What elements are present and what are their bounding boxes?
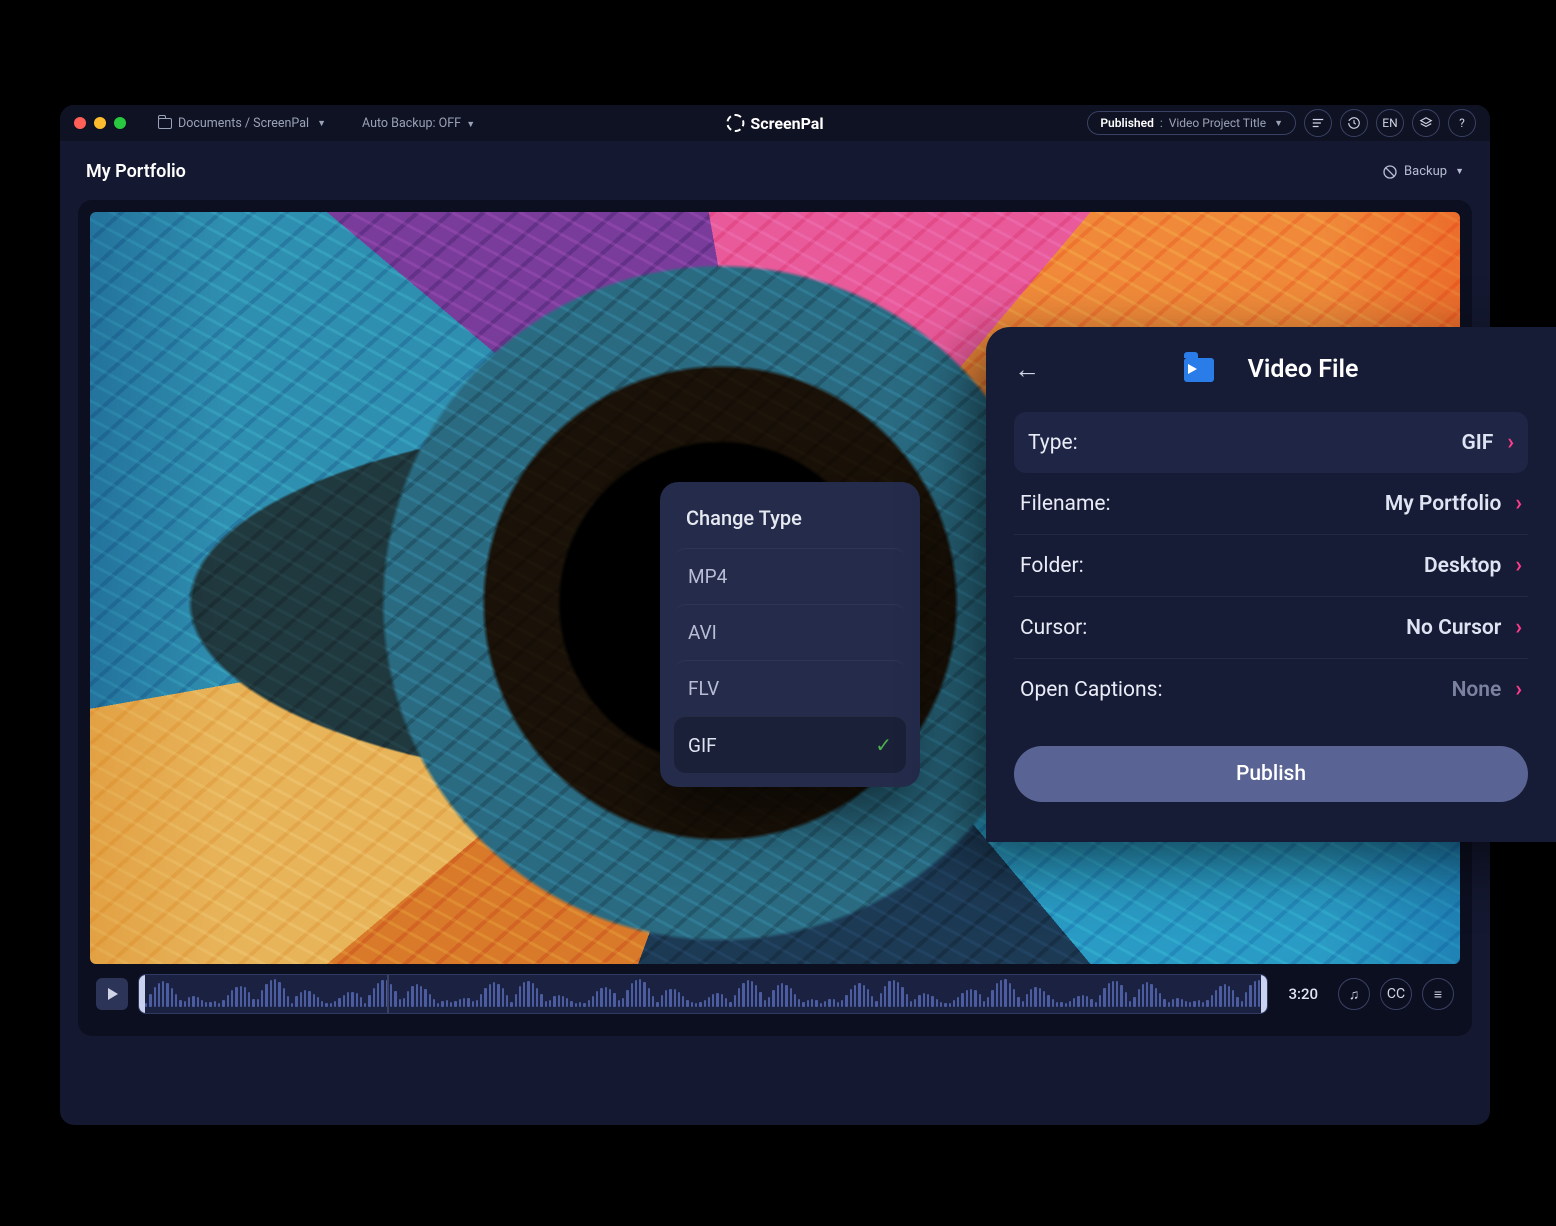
music-icon[interactable]: ♫ xyxy=(1338,978,1370,1010)
publish-button[interactable]: Publish xyxy=(1014,746,1528,802)
row-value: None xyxy=(1452,678,1502,702)
language-button[interactable]: EN xyxy=(1376,109,1404,137)
help-icon[interactable]: ? xyxy=(1448,109,1476,137)
back-button[interactable]: ← xyxy=(1014,354,1040,385)
publish-label: Publish xyxy=(1236,762,1306,786)
window-controls xyxy=(74,117,126,129)
waveform xyxy=(139,979,1267,1007)
panel-title: Video File xyxy=(1248,355,1359,384)
titlebar: Documents / ScreenPal ▼ Auto Backup: OFF… xyxy=(60,105,1490,141)
page-header: My Portfolio Backup ▼ xyxy=(60,141,1490,200)
playhead[interactable] xyxy=(387,974,389,1014)
close-window-button[interactable] xyxy=(74,117,86,129)
chevron-down-icon: ▼ xyxy=(1455,166,1464,177)
backup-button[interactable]: Backup ▼ xyxy=(1382,164,1464,180)
timeline: 1:08.00 3:20 ♫ CC ≡ xyxy=(90,964,1460,1024)
type-option-avi[interactable]: AVI xyxy=(674,604,906,660)
titlebar-right: Published: Video Project Title ▼ EN ? xyxy=(1087,109,1476,137)
autobackup-value: OFF xyxy=(439,116,461,131)
breadcrumb[interactable]: Documents / ScreenPal ▼ xyxy=(158,116,326,131)
brand-name: ScreenPal xyxy=(750,114,823,133)
row-filename[interactable]: Filename: My Portfolio › xyxy=(1014,473,1528,534)
list-icon[interactable] xyxy=(1304,109,1332,137)
brand: ScreenPal xyxy=(726,114,823,133)
brand-logo-icon xyxy=(726,114,744,132)
timeline-track[interactable]: 1:08.00 xyxy=(138,974,1268,1014)
backup-label: Backup xyxy=(1404,164,1447,179)
row-folder[interactable]: Folder: Desktop › xyxy=(1014,535,1528,596)
play-icon xyxy=(108,988,118,1000)
row-label: Cursor: xyxy=(1020,616,1087,640)
change-type-popover: Change Type MP4 AVI FLV GIF ✓ xyxy=(660,482,920,787)
captions-button[interactable]: CC xyxy=(1380,978,1412,1010)
chevron-right-icon: › xyxy=(1515,491,1522,516)
row-value: No Cursor xyxy=(1406,616,1501,640)
history-icon[interactable] xyxy=(1340,109,1368,137)
trim-handle-left[interactable] xyxy=(138,974,145,1014)
play-button[interactable] xyxy=(96,978,128,1010)
chevron-right-icon: › xyxy=(1515,615,1522,640)
timeline-tools: ♫ CC ≡ xyxy=(1338,978,1454,1010)
row-label: Type: xyxy=(1028,431,1078,455)
row-type[interactable]: Type: GIF › xyxy=(1014,412,1528,473)
trim-handle-right[interactable] xyxy=(1261,974,1268,1014)
page-title: My Portfolio xyxy=(86,161,186,182)
popover-title: Change Type xyxy=(674,506,906,548)
layers-icon[interactable] xyxy=(1412,109,1440,137)
breadcrumb-text: Documents / ScreenPal xyxy=(178,116,309,131)
row-value: Desktop xyxy=(1424,554,1501,578)
menu-icon[interactable]: ≡ xyxy=(1422,978,1454,1010)
chevron-down-icon: ▼ xyxy=(466,120,475,130)
type-option-flv[interactable]: FLV xyxy=(674,660,906,716)
chevron-right-icon: › xyxy=(1515,677,1522,702)
row-cursor[interactable]: Cursor: No Cursor › xyxy=(1014,597,1528,658)
type-option-gif[interactable]: GIF ✓ xyxy=(674,716,906,773)
separator: : xyxy=(1160,116,1163,130)
row-label: Filename: xyxy=(1020,492,1111,516)
project-title: Video Project Title xyxy=(1169,116,1266,130)
maximize-window-button[interactable] xyxy=(114,117,126,129)
chevron-right-icon: › xyxy=(1507,430,1514,455)
check-icon: ✓ xyxy=(875,733,892,757)
chevron-down-icon: ▼ xyxy=(317,118,326,129)
duration-label: 3:20 xyxy=(1288,985,1318,1003)
chevron-down-icon: ▼ xyxy=(1274,118,1283,129)
autobackup-label: Auto Backup: xyxy=(362,116,436,131)
folder-play-icon xyxy=(1184,358,1214,382)
no-backup-icon xyxy=(1382,164,1398,180)
video-file-panel: ← Video File Type: GIF › Filename: My Po… xyxy=(986,327,1556,842)
row-label: Open Captions: xyxy=(1020,678,1163,702)
row-captions[interactable]: Open Captions: None › xyxy=(1014,659,1528,720)
row-value: My Portfolio xyxy=(1385,492,1502,516)
cc-label: CC xyxy=(1387,986,1405,1002)
row-label: Folder: xyxy=(1020,554,1084,578)
chevron-right-icon: › xyxy=(1515,553,1522,578)
type-option-mp4[interactable]: MP4 xyxy=(674,548,906,604)
row-value: GIF xyxy=(1461,431,1493,455)
autobackup-toggle[interactable]: Auto Backup: OFF ▼ xyxy=(362,116,475,131)
minimize-window-button[interactable] xyxy=(94,117,106,129)
panel-header: ← Video File xyxy=(1014,355,1528,384)
language-label: EN xyxy=(1382,116,1397,130)
publish-prefix: Published xyxy=(1100,116,1153,130)
project-dropdown[interactable]: Published: Video Project Title ▼ xyxy=(1087,111,1296,135)
folder-icon xyxy=(158,118,172,129)
